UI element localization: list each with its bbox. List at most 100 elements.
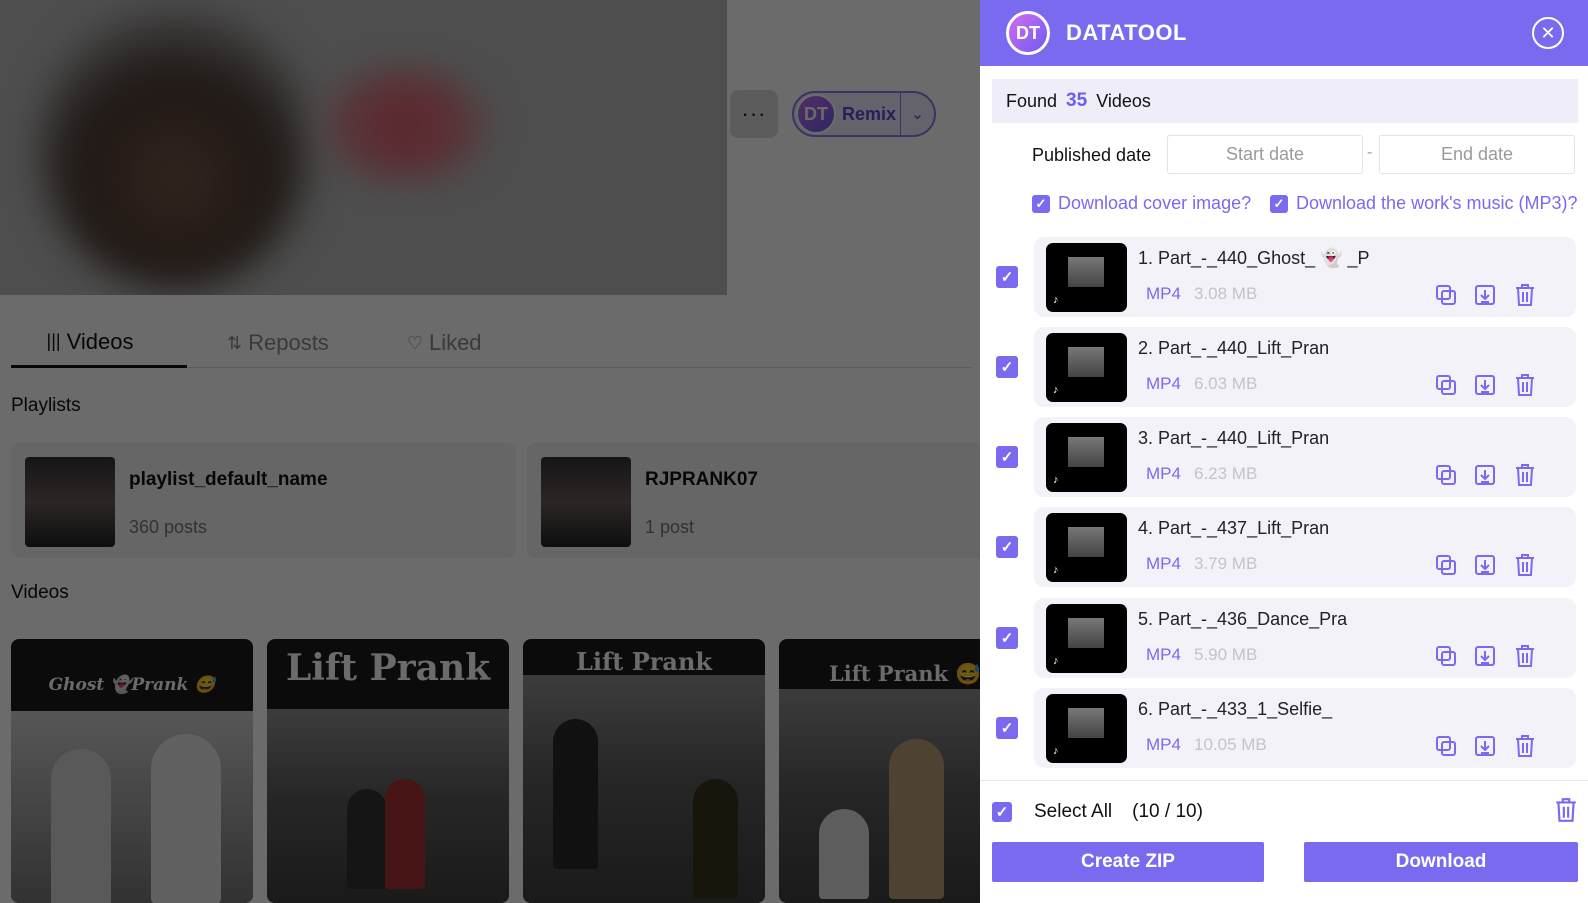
download-icon[interactable] — [1472, 282, 1498, 308]
found-count: 35 — [1066, 90, 1088, 111]
video-card-title: Lift Prank 😅 — [829, 661, 980, 686]
item-checkbox[interactable]: ✓ — [996, 356, 1018, 378]
copy-icon[interactable] — [1433, 462, 1459, 488]
item-title: 1. Part_-_440_Ghost_ 👻 _P — [1138, 248, 1370, 268]
download-icon[interactable] — [1472, 372, 1498, 398]
datatool-logo-icon: DT — [1006, 11, 1050, 55]
select-all-row: ✓ Select All (10 / 10) — [992, 797, 1578, 827]
download-icon[interactable] — [1472, 733, 1498, 759]
item-size: 6.03 MB — [1194, 374, 1258, 393]
profile-tabs: ||| Videos ⇅ Reposts ♡ Liked — [11, 318, 971, 368]
download-button[interactable]: Download — [1304, 842, 1578, 882]
playlist-card[interactable]: playlist_default_name 360 posts — [11, 443, 516, 558]
item-size: 3.79 MB — [1194, 554, 1258, 573]
video-card-title: Lift Prank — [575, 647, 713, 676]
copy-icon[interactable] — [1433, 643, 1459, 669]
download-icon[interactable] — [1472, 552, 1498, 578]
end-date-input[interactable] — [1379, 135, 1575, 174]
date-filter: Published date - — [992, 135, 1578, 175]
playlist-count: 360 posts — [129, 517, 208, 537]
list-item: ♪ 1. Part_-_440_Ghost_ 👻 _P MP4 3.08 MB — [1034, 237, 1576, 317]
tab-reposts[interactable]: ⇅ Reposts — [227, 318, 329, 368]
trash-icon[interactable] — [1512, 733, 1538, 759]
download-cover-option[interactable]: ✓ Download cover image? — [1032, 193, 1251, 214]
tiktok-icon: ♪ — [1053, 745, 1059, 757]
item-size: 6.23 MB — [1194, 464, 1258, 483]
item-checkbox[interactable]: ✓ — [996, 627, 1018, 649]
item-format: MP4 — [1146, 464, 1181, 483]
item-title: 3. Part_-_440_Lift_Pran — [1138, 428, 1330, 448]
item-format: MP4 — [1146, 554, 1181, 573]
trash-icon[interactable] — [1512, 643, 1538, 669]
video-card-title: Ghost 👻Prank 😅 — [48, 675, 216, 695]
tiktok-icon: ♪ — [1053, 655, 1059, 667]
music-checkbox[interactable]: ✓ — [1270, 194, 1288, 213]
chevron-down-icon[interactable]: ⌄ — [900, 93, 934, 135]
item-title: 4. Part_-_437_Lift_Pran — [1138, 518, 1330, 538]
item-checkbox[interactable]: ✓ — [996, 446, 1018, 468]
video-card[interactable]: Lift Prank — [523, 639, 765, 903]
background-page: ··· DT Remix ⌄ ||| Videos ⇅ Reposts ♡ Li… — [0, 0, 980, 903]
video-card[interactable]: Ghost 👻Prank 😅 — [11, 639, 253, 903]
tiktok-icon: ♪ — [1053, 294, 1059, 306]
more-options-button[interactable]: ··· — [730, 90, 778, 138]
download-icon[interactable] — [1472, 643, 1498, 669]
item-checkbox[interactable]: ✓ — [996, 536, 1018, 558]
select-all-label[interactable]: Select All — [1034, 801, 1112, 823]
close-icon[interactable]: ✕ — [1532, 17, 1564, 49]
item-format: MP4 — [1146, 284, 1181, 303]
item-format: MP4 — [1146, 374, 1181, 393]
video-card-title: Lift Prank — [285, 647, 491, 689]
create-zip-button[interactable]: Create ZIP — [992, 842, 1264, 882]
item-format: MP4 — [1146, 735, 1181, 754]
video-card[interactable]: Lift Prank — [267, 639, 509, 903]
panel-title: DATATOOL — [1066, 20, 1187, 45]
item-size: 3.08 MB — [1194, 284, 1258, 303]
remix-label: Remix — [842, 103, 897, 124]
tab-videos[interactable]: ||| Videos — [11, 318, 187, 368]
trash-icon[interactable] — [1512, 552, 1538, 578]
footer-divider — [980, 780, 1588, 781]
trash-icon[interactable] — [1512, 372, 1538, 398]
copy-icon[interactable] — [1433, 282, 1459, 308]
trash-icon[interactable] — [1512, 462, 1538, 488]
copy-icon[interactable] — [1433, 733, 1459, 759]
found-suffix: Videos — [1096, 90, 1151, 111]
delete-all-trash-icon[interactable] — [1554, 797, 1578, 829]
download-music-label: Download the work's music (MP3)? — [1296, 193, 1578, 213]
item-checkbox[interactable]: ✓ — [996, 717, 1018, 739]
item-title: 5. Part_-_436_Dance_Pra — [1138, 609, 1348, 629]
download-cover-label: Download cover image? — [1058, 193, 1252, 213]
item-checkbox[interactable]: ✓ — [996, 266, 1018, 288]
playlist-card[interactable]: RJPRANK07 1 post — [527, 443, 980, 558]
item-title: 6. Part_-_433_1_Selfie_ — [1138, 699, 1333, 719]
select-all-checkbox[interactable]: ✓ — [992, 802, 1012, 822]
download-music-option[interactable]: ✓ Download the work's music (MP3)? — [1270, 193, 1578, 214]
copy-icon[interactable] — [1433, 372, 1459, 398]
video-thumbnail: ♪ — [1046, 513, 1127, 582]
download-icon[interactable] — [1472, 462, 1498, 488]
tiktok-icon: ♪ — [1053, 474, 1059, 486]
tiktok-icon: ♪ — [1053, 384, 1059, 396]
copy-icon[interactable] — [1433, 552, 1459, 578]
playlist-name: playlist_default_name — [129, 469, 328, 490]
tiktok-icon: ♪ — [1053, 564, 1059, 576]
found-summary: Found 35 Videos — [992, 79, 1578, 123]
video-card[interactable]: Lift Prank 😅 — [779, 639, 980, 903]
heart-icon: ♡ — [406, 332, 423, 353]
list-item: ♪ 5. Part_-_436_Dance_Pra MP4 5.90 MB — [1034, 598, 1576, 678]
playlist-name: RJPRANK07 — [645, 469, 758, 490]
datatool-logo-icon: DT — [796, 94, 836, 134]
playlists-title: Playlists — [11, 395, 81, 416]
video-thumbnail: ♪ — [1046, 694, 1127, 763]
start-date-input[interactable] — [1167, 135, 1363, 174]
found-prefix: Found — [1006, 90, 1058, 111]
tab-liked[interactable]: ♡ Liked — [407, 318, 482, 368]
trash-icon[interactable] — [1512, 282, 1538, 308]
grid-icon: ||| — [46, 331, 61, 351]
remix-button[interactable]: DT Remix ⌄ — [792, 91, 936, 137]
cover-checkbox[interactable]: ✓ — [1032, 194, 1050, 213]
video-thumbnail: ♪ — [1046, 423, 1127, 492]
profile-cover-image — [0, 0, 727, 295]
item-title: 2. Part_-_440_Lift_Pran — [1138, 338, 1330, 358]
